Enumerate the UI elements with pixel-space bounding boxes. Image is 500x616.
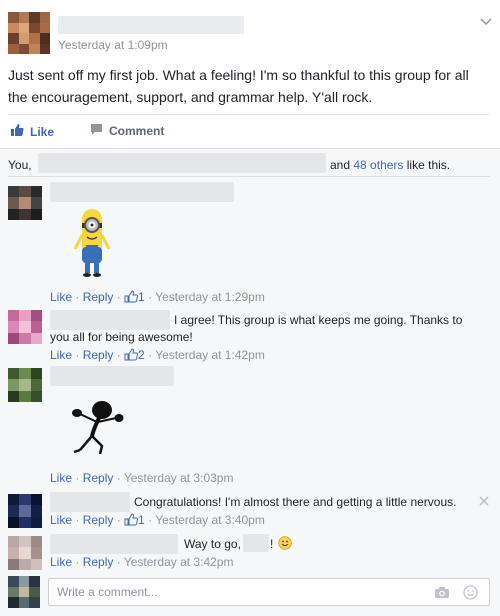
commenter-name-redacted[interactable] bbox=[50, 310, 170, 330]
commenter-avatar[interactable] bbox=[8, 536, 42, 570]
camera-icon[interactable] bbox=[434, 586, 450, 604]
comment-composer bbox=[48, 578, 490, 606]
poster-name-redacted[interactable] bbox=[58, 16, 244, 34]
likes-divider bbox=[8, 176, 490, 177]
likes-summary-prefix: You, bbox=[8, 158, 32, 172]
comment-like-link[interactable]: Like bbox=[50, 348, 72, 362]
smiley-emoji-icon bbox=[278, 536, 292, 550]
comment-timestamp[interactable]: Yesterday at 3:40pm bbox=[155, 513, 265, 527]
comment-like-count[interactable]: 1 bbox=[138, 513, 145, 527]
post-action-bar: Like Comment bbox=[8, 114, 490, 148]
speech-bubble-icon bbox=[90, 123, 103, 139]
comment-reply-link[interactable]: Reply bbox=[83, 513, 114, 527]
comment-text: Congratulations! I'm almost there and ge… bbox=[134, 495, 457, 509]
comment-actions: Like · Reply · 1 · Yesterday at 1:29pm bbox=[50, 290, 265, 306]
commenter-avatar[interactable] bbox=[8, 186, 42, 220]
minion-sticker bbox=[72, 205, 112, 285]
comment-reply-link[interactable]: Reply bbox=[83, 471, 114, 485]
post-timestamp[interactable]: Yesterday at 1:09pm bbox=[58, 38, 168, 52]
comment-timestamp[interactable]: Yesterday at 1:29pm bbox=[155, 290, 265, 304]
post-options-chevron-icon[interactable] bbox=[480, 14, 492, 26]
comment-text: I agree! This group is what keeps me goi… bbox=[174, 312, 462, 329]
post-body: Just sent off my first job. What a feeli… bbox=[8, 67, 469, 105]
comment-like-link[interactable]: Like bbox=[50, 513, 72, 527]
comment-input[interactable] bbox=[49, 579, 409, 605]
comment-like-link[interactable]: Like bbox=[50, 555, 72, 569]
comment-actions: Like · Reply · Yesterday at 3:42pm bbox=[50, 555, 234, 569]
comment-text: Way to go, bbox=[184, 536, 241, 553]
thumbs-up-icon bbox=[10, 123, 24, 140]
poster-avatar[interactable] bbox=[8, 12, 50, 54]
comment-like-link[interactable]: Like bbox=[50, 471, 72, 485]
commenter-name-redacted[interactable] bbox=[50, 492, 130, 512]
current-user-avatar[interactable] bbox=[8, 576, 40, 608]
comment-text-end: ! bbox=[270, 536, 273, 553]
comment-button-label: Comment bbox=[109, 124, 165, 138]
comment-like-count[interactable]: 2 bbox=[138, 348, 145, 362]
comment-text-after: ! bbox=[270, 537, 274, 551]
commenter-name-redacted[interactable] bbox=[50, 182, 234, 202]
thumbs-up-outline-icon bbox=[124, 513, 139, 529]
others-who-liked-link[interactable]: 48 others bbox=[353, 158, 403, 172]
likes-summary-suffix: like this. bbox=[406, 158, 451, 172]
comment-reply-link[interactable]: Reply bbox=[83, 348, 114, 362]
comment-timestamp[interactable]: Yesterday at 1:42pm bbox=[155, 348, 265, 362]
comment-text-before: Way to go, bbox=[184, 537, 241, 551]
likes-summary: You, bbox=[8, 158, 32, 172]
comment-like-count[interactable]: 1 bbox=[138, 290, 145, 304]
commenter-avatar[interactable] bbox=[8, 494, 42, 528]
comment-timestamp[interactable]: Yesterday at 3:03pm bbox=[124, 471, 234, 485]
thumbs-up-outline-icon bbox=[124, 290, 139, 306]
thumbs-up-outline-icon bbox=[124, 348, 139, 364]
comment-reply-link[interactable]: Reply bbox=[83, 555, 114, 569]
mentioned-name-redacted[interactable] bbox=[243, 534, 269, 552]
commenter-avatar[interactable] bbox=[8, 368, 42, 402]
like-button[interactable]: Like bbox=[10, 123, 54, 140]
comment-text-line1: I agree! This group is what keeps me goi… bbox=[174, 313, 463, 327]
likes-summary-tail: and 48 others like this. bbox=[330, 158, 450, 172]
commenter-name-redacted[interactable] bbox=[50, 366, 174, 386]
commenter-avatar[interactable] bbox=[8, 310, 42, 344]
emoji-picker-icon[interactable] bbox=[463, 585, 478, 605]
comment-text-continued: you all for being awesome! bbox=[50, 329, 193, 346]
comment-actions: Like · Reply · 1 · Yesterday at 3:40pm bbox=[50, 513, 265, 529]
like-button-label: Like bbox=[30, 124, 55, 139]
liker-names-redacted[interactable] bbox=[38, 153, 326, 173]
commenter-name-redacted[interactable] bbox=[50, 534, 178, 554]
likes-summary-middle: and bbox=[330, 158, 351, 172]
comment-actions: Like · Reply · Yesterday at 3:03pm bbox=[50, 471, 234, 485]
comment-text-line2: you all for being awesome! bbox=[50, 330, 193, 344]
comment-timestamp[interactable]: Yesterday at 3:42pm bbox=[124, 555, 234, 569]
close-icon[interactable] bbox=[478, 494, 490, 506]
comment-actions: Like · Reply · 2 · Yesterday at 1:42pm bbox=[50, 348, 265, 364]
comment-reply-link[interactable]: Reply bbox=[83, 290, 114, 304]
comment-like-link[interactable]: Like bbox=[50, 290, 72, 304]
comment-button[interactable]: Comment bbox=[90, 123, 164, 139]
dancing-figure-sticker bbox=[66, 398, 126, 458]
